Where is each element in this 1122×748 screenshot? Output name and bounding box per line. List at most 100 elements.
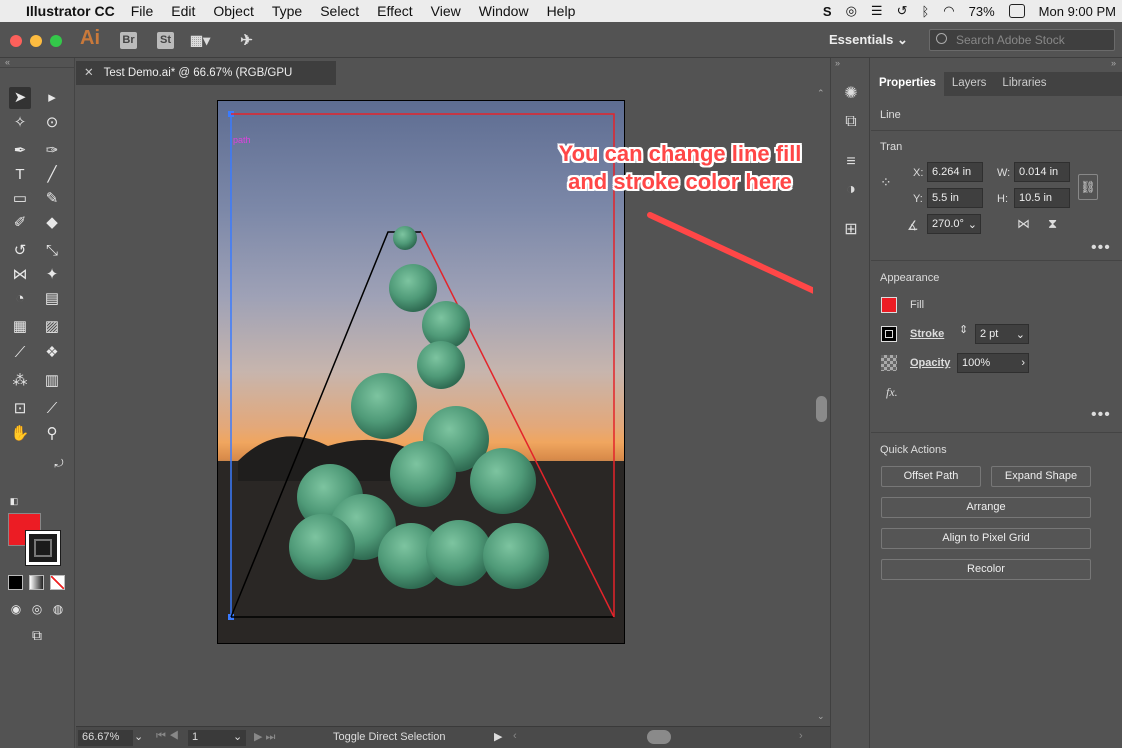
more-transform-options-icon[interactable]: ••• (1091, 239, 1111, 257)
menu-window[interactable]: Window (479, 3, 529, 19)
collapse-strip-icon[interactable]: » (835, 58, 840, 68)
flip-horizontal-icon[interactable]: ⋈ (1017, 216, 1030, 232)
bean-bag[interactable] (417, 341, 465, 389)
width-field[interactable]: 0.014 in (1014, 162, 1070, 182)
line-tool-icon[interactable]: ╱ (41, 164, 63, 186)
close-window-button[interactable] (10, 35, 22, 47)
bean-bag[interactable] (393, 226, 417, 250)
first-artboard-icon[interactable]: ⏮ ◀ (156, 730, 179, 743)
tab-layers[interactable]: Layers (944, 72, 995, 96)
expand-panel-icon[interactable]: » (1111, 58, 1116, 68)
selection-tool-icon[interactable]: ➤ (9, 87, 31, 109)
color-guide-icon[interactable]: ✺ (842, 85, 860, 103)
bridge-icon[interactable]: Br (120, 32, 137, 49)
battery-icon[interactable] (1008, 4, 1025, 18)
time-machine-icon[interactable]: ↺ (897, 3, 908, 19)
eyedropper-tool-icon[interactable]: ⟋ (9, 342, 31, 364)
tab-libraries[interactable]: Libraries (994, 72, 1054, 96)
shape-builder-tool-icon[interactable]: ◔ (9, 288, 31, 310)
change-screen-mode-icon[interactable]: ⧉ (26, 624, 48, 646)
transparency-panel-icon[interactable]: ◑ (842, 181, 860, 199)
menu-object[interactable]: Object (213, 3, 253, 19)
type-tool-icon[interactable]: T (9, 164, 31, 186)
scroll-right-icon[interactable]: › (799, 730, 803, 742)
arrange-button[interactable]: Arrange (881, 497, 1091, 518)
menu-file[interactable]: File (131, 3, 154, 19)
fill-color-swatch[interactable] (881, 297, 897, 313)
search-stock-input[interactable]: Search Adobe Stock (929, 29, 1115, 51)
pen-tool-icon[interactable]: ✒ (9, 140, 31, 162)
menu-help[interactable]: Help (547, 3, 576, 19)
none-mode-icon[interactable] (50, 575, 65, 590)
document-tab[interactable]: ✕Test Demo.ai* @ 66.67% (RGB/GPU Preview… (76, 61, 336, 103)
rotate-field[interactable]: 270.0° ⌄ (927, 214, 981, 234)
stroke-weight-field[interactable]: 2 pt ⌄ (975, 324, 1029, 344)
offset-path-button[interactable]: Offset Path (881, 466, 981, 487)
magic-wand-tool-icon[interactable]: ✧ (9, 112, 31, 134)
scroll-up-icon[interactable]: ⌃ (817, 88, 825, 99)
swap-fill-stroke-icon[interactable]: ⤾ (48, 453, 70, 475)
menu-view[interactable]: View (431, 3, 461, 19)
chevron-down-icon[interactable]: ⌄ (968, 218, 977, 231)
stroke-panel-icon[interactable]: ≡ (842, 153, 860, 171)
gradient-tool-icon[interactable]: ▨ (41, 316, 63, 338)
draw-inside-icon[interactable]: ◍ (47, 598, 69, 620)
workspace-switcher[interactable]: Essentials ⌄ (829, 32, 908, 48)
bluetooth-icon[interactable]: ᛒ (921, 4, 929, 19)
reference-point-icon[interactable]: ⁘ (880, 174, 892, 191)
chevron-right-icon[interactable]: › (1021, 357, 1025, 369)
recolor-button[interactable]: Recolor (881, 559, 1091, 580)
dropbox-icon[interactable]: S (823, 4, 832, 19)
scale-tool-icon[interactable]: ⤡ (41, 240, 63, 262)
scrollbar-thumb[interactable] (816, 396, 827, 422)
paintbrush-tool-icon[interactable]: ✎ (41, 188, 63, 210)
stroke-stepper-icon[interactable]: ⇕ (959, 323, 968, 336)
color-mode-icon[interactable] (8, 575, 23, 590)
perspective-grid-tool-icon[interactable]: ▤ (41, 288, 63, 310)
mesh-tool-icon[interactable]: ▦ (9, 316, 31, 338)
width-tool-icon[interactable]: ⋈ (9, 264, 31, 286)
flip-vertical-icon[interactable]: ⧗ (1048, 216, 1057, 232)
status-menu-icon[interactable]: ▶ (494, 730, 502, 743)
wifi-icon[interactable]: ◠ (943, 3, 954, 19)
close-document-icon[interactable]: ✕ (84, 67, 94, 79)
rectangle-tool-icon[interactable]: ▭ (9, 188, 31, 210)
tab-properties[interactable]: Properties (871, 72, 944, 96)
fill-label[interactable]: Fill (910, 299, 924, 311)
direct-selection-tool-icon[interactable]: ▸ (41, 87, 63, 109)
scroll-left-icon[interactable]: ‹ (513, 730, 517, 742)
opacity-field[interactable]: 100% › (957, 353, 1029, 373)
horizontal-scroll-thumb[interactable] (647, 730, 671, 744)
status-text[interactable]: Toggle Direct Selection (333, 731, 446, 743)
battery-text[interactable]: 73% (969, 4, 995, 19)
height-field[interactable]: 10.5 in (1014, 188, 1070, 208)
draw-behind-icon[interactable]: ◎ (26, 598, 48, 620)
puppet-warp-tool-icon[interactable]: ✦ (41, 264, 63, 286)
menu-edit[interactable]: Edit (171, 3, 195, 19)
bean-bag[interactable] (351, 373, 417, 439)
clock[interactable]: Mon 9:00 PM (1039, 4, 1116, 19)
stroke-color-swatch[interactable] (881, 326, 897, 342)
x-field[interactable]: 6.264 in (927, 162, 983, 182)
artboard-dropdown-icon[interactable]: ⌄ (233, 730, 242, 743)
zoom-tool-icon[interactable]: ⚲ (41, 423, 63, 445)
blend-tool-icon[interactable]: ❖ (41, 342, 63, 364)
last-artboard-icon[interactable]: ▶ ⏭ (254, 730, 275, 744)
zoom-field[interactable]: 66.67% (78, 730, 133, 746)
align-to-pixel-grid-button[interactable]: Align to Pixel Grid (881, 528, 1091, 549)
zoom-window-button[interactable] (50, 35, 62, 47)
vertical-scrollbar[interactable]: ⌃ ⌄ (813, 86, 830, 726)
gradient-mode-icon[interactable] (29, 575, 44, 590)
zoom-dropdown-icon[interactable]: ⌄ (134, 730, 143, 743)
scroll-down-icon[interactable]: ⌄ (817, 711, 825, 722)
stroke-swatch[interactable] (26, 531, 60, 565)
menu-select[interactable]: Select (320, 3, 359, 19)
gpu-performance-icon[interactable]: ✈ (238, 32, 255, 49)
app-menu[interactable]: Illustrator CC (26, 3, 115, 19)
hand-tool-icon[interactable]: ✋ (9, 423, 31, 445)
shaper-tool-icon[interactable]: ✐ (9, 212, 31, 234)
bean-bag[interactable] (483, 523, 549, 589)
artboards-panel-icon[interactable]: ⧉ (842, 113, 860, 131)
bean-bag[interactable] (426, 520, 492, 586)
expand-shape-button[interactable]: Expand Shape (991, 466, 1091, 487)
